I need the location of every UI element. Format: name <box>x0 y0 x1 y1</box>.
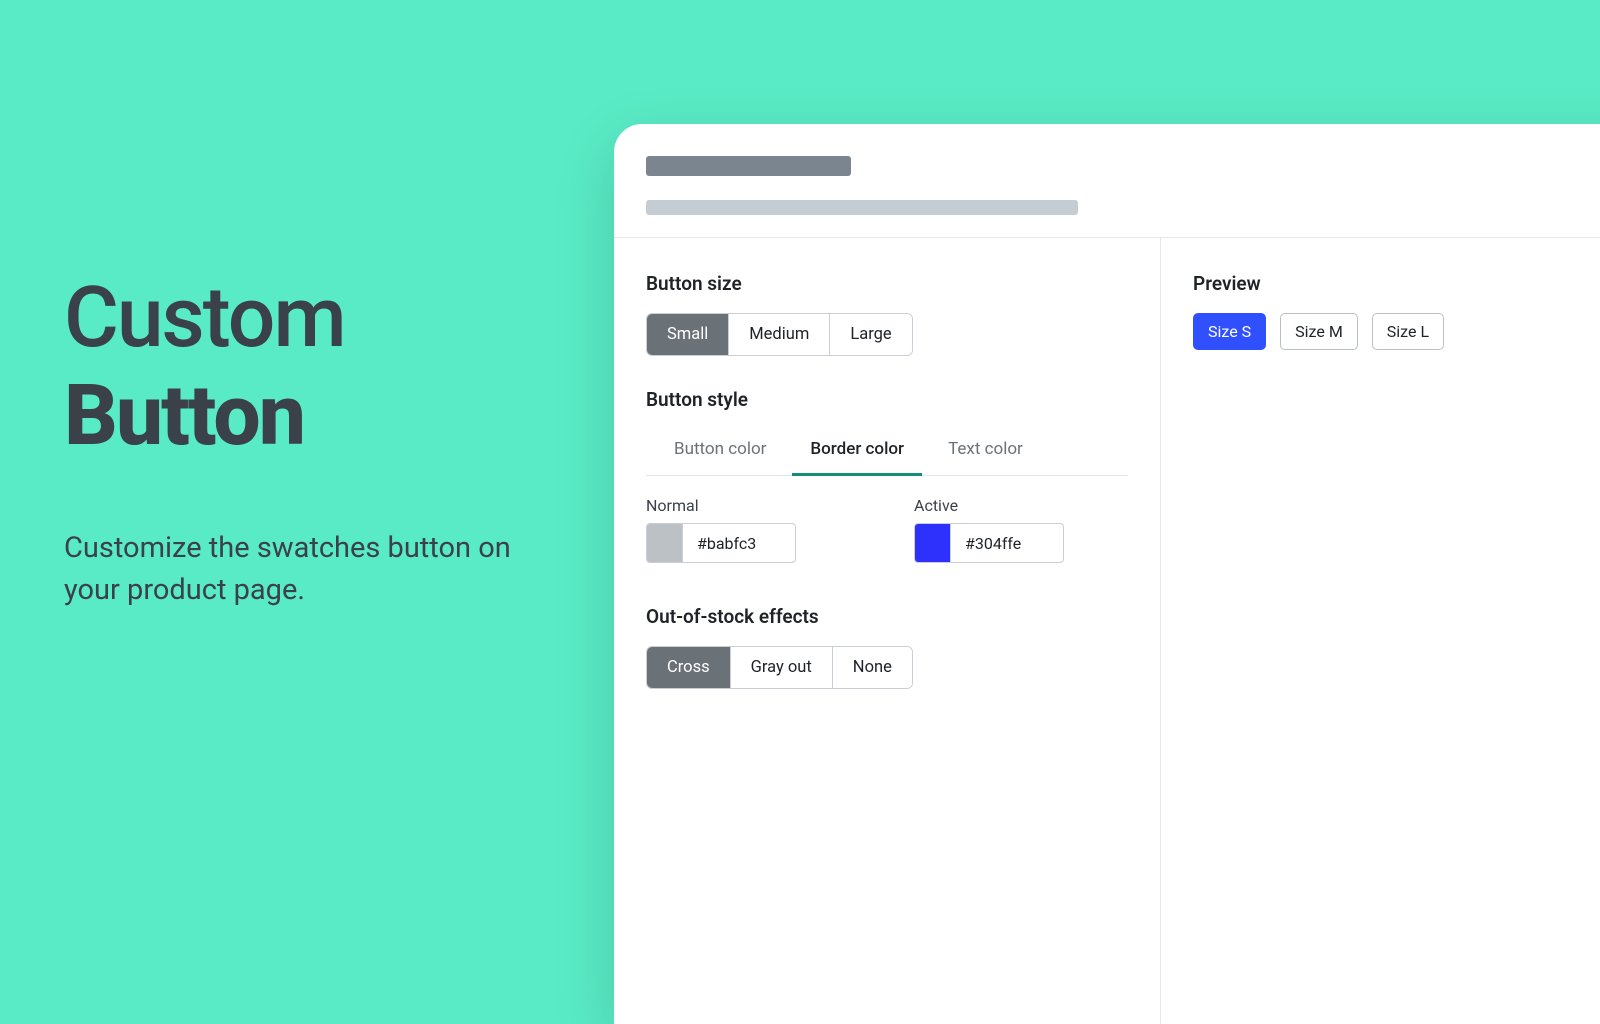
preview-size-l[interactable]: Size L <box>1372 313 1444 350</box>
oos-gray-out[interactable]: Gray out <box>730 647 832 688</box>
active-color-value: #304ffe <box>951 534 1021 553</box>
button-size-large[interactable]: Large <box>829 314 911 355</box>
button-size-small[interactable]: Small <box>647 314 728 355</box>
preview-column: Preview Size S Size M Size L <box>1161 238 1600 1024</box>
color-fields-row: Normal #babfc3 Active #304ffe <box>646 496 1128 563</box>
hero-subtitle: Customize the swatches button on your pr… <box>64 527 564 611</box>
normal-color-label: Normal <box>646 496 796 515</box>
header-desc-placeholder <box>646 200 1078 215</box>
normal-color-value: #babfc3 <box>683 534 756 553</box>
header-title-placeholder <box>646 156 851 176</box>
tab-text-color[interactable]: Text color <box>948 431 1023 475</box>
button-size-group: Small Medium Large <box>646 313 913 356</box>
active-color-swatch <box>915 524 951 562</box>
normal-color-input[interactable]: #babfc3 <box>646 523 796 563</box>
hero-copy: Custom Button Customize the swatches but… <box>64 276 564 611</box>
window-body: Button size Small Medium Large Button st… <box>614 238 1600 1024</box>
normal-color-swatch <box>647 524 683 562</box>
window-header <box>614 124 1600 237</box>
style-tabs: Button color Border color Text color <box>646 431 1128 476</box>
settings-column: Button size Small Medium Large Button st… <box>614 238 1161 1024</box>
oos-none[interactable]: None <box>832 647 912 688</box>
active-color-input[interactable]: #304ffe <box>914 523 1064 563</box>
out-of-stock-group: Cross Gray out None <box>646 646 913 689</box>
hero-title-line1: Custom <box>64 276 564 360</box>
button-size-medium[interactable]: Medium <box>728 314 829 355</box>
tab-border-color[interactable]: Border color <box>810 431 904 475</box>
button-size-label: Button size <box>646 272 1128 295</box>
button-style-label: Button style <box>646 388 1128 411</box>
oos-cross[interactable]: Cross <box>647 647 730 688</box>
settings-window: Button size Small Medium Large Button st… <box>614 124 1600 1024</box>
tab-button-color[interactable]: Button color <box>674 431 766 475</box>
active-color-label: Active <box>914 496 1064 515</box>
out-of-stock-label: Out-of-stock effects <box>646 605 1128 628</box>
preview-size-m[interactable]: Size M <box>1280 313 1358 350</box>
normal-color-field: Normal #babfc3 <box>646 496 796 563</box>
preview-size-s[interactable]: Size S <box>1193 313 1266 350</box>
preview-button-row: Size S Size M Size L <box>1193 313 1600 350</box>
hero-title-line2: Button <box>64 368 564 465</box>
active-color-field: Active #304ffe <box>914 496 1064 563</box>
preview-label: Preview <box>1193 272 1600 295</box>
